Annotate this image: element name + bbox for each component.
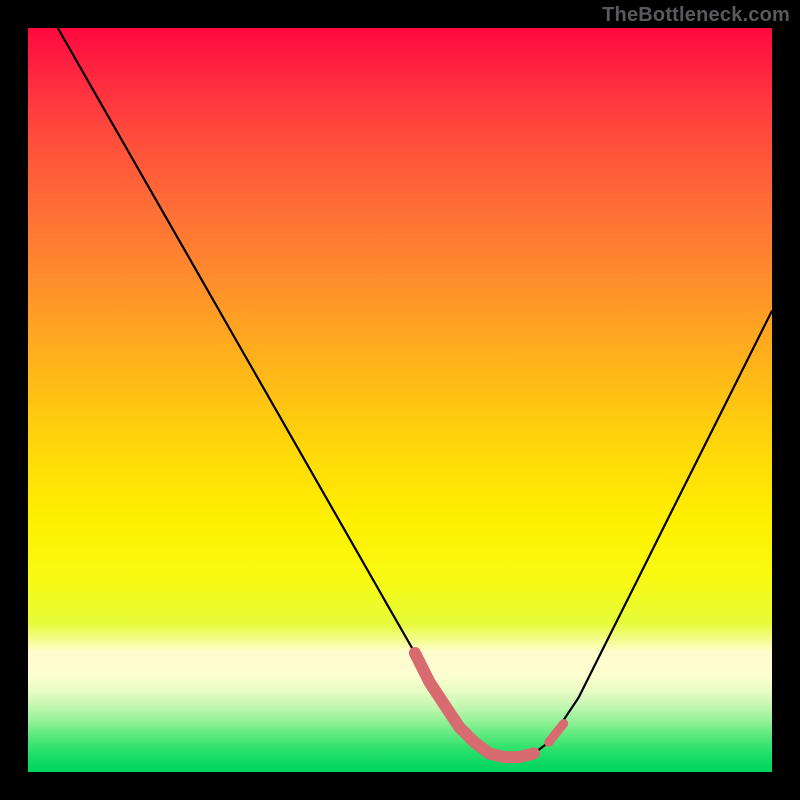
plot-area — [28, 28, 772, 772]
accent-valley-left — [415, 653, 460, 727]
accent-valley-floor — [460, 727, 534, 757]
valley-accent — [415, 653, 564, 757]
accent-valley-right — [549, 724, 564, 743]
chart-frame: TheBottleneck.com — [0, 0, 800, 800]
curve-layer — [28, 28, 772, 772]
attribution-text: TheBottleneck.com — [602, 4, 790, 27]
